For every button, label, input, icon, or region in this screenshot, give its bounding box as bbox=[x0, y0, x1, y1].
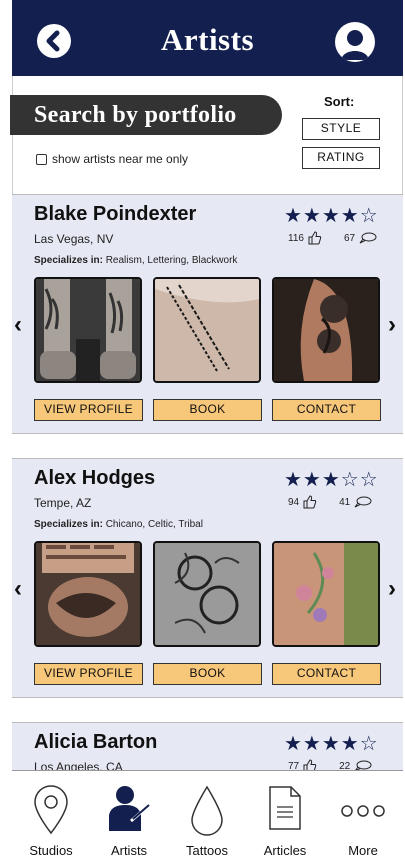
sort-style-button[interactable]: STYLE bbox=[302, 118, 380, 140]
artist-name[interactable]: Blake Poindexter bbox=[34, 203, 196, 226]
comment-icon[interactable] bbox=[354, 496, 372, 508]
portfolio-image[interactable] bbox=[34, 277, 142, 383]
artist-name[interactable]: Alex Hodges bbox=[34, 467, 155, 490]
artist-stats: 116 67 bbox=[288, 231, 377, 245]
bottom-navigation: Studios Artists Tattoos Articles More bbox=[12, 770, 403, 865]
artist-icon bbox=[109, 786, 150, 831]
nav-articles[interactable]: Articles bbox=[246, 771, 324, 865]
artist-name[interactable]: Alicia Barton bbox=[34, 731, 157, 754]
specializes-label: Specializes in: bbox=[34, 519, 103, 530]
document-icon bbox=[269, 786, 301, 830]
nav-tattoos[interactable]: Tattoos bbox=[168, 771, 246, 865]
portfolio-image[interactable] bbox=[153, 541, 261, 647]
carousel-next-arrow[interactable]: › bbox=[388, 311, 396, 339]
book-button[interactable]: BOOK bbox=[153, 663, 262, 685]
artist-location: Las Vegas, NV bbox=[34, 232, 114, 246]
portfolio-image[interactable] bbox=[272, 541, 380, 647]
artist-card: Blake Poindexter Las Vegas, NV Specializ… bbox=[12, 194, 403, 434]
artist-specialties: Specializes in: Realism, Lettering, Blac… bbox=[34, 255, 237, 266]
carousel-prev-arrow[interactable]: ‹ bbox=[14, 311, 22, 339]
ink-drop-icon bbox=[191, 785, 223, 836]
app-header: Artists bbox=[12, 0, 403, 76]
nav-studios[interactable]: Studios bbox=[12, 771, 90, 865]
near-me-checkbox[interactable]: show artists near me only bbox=[36, 152, 188, 166]
more-dots-icon bbox=[341, 805, 385, 817]
nav-label: More bbox=[348, 843, 378, 858]
portfolio-image[interactable] bbox=[153, 277, 261, 383]
profile-avatar-button[interactable] bbox=[335, 22, 375, 62]
nav-artists[interactable]: Artists bbox=[90, 771, 168, 865]
nav-label: Tattoos bbox=[186, 843, 228, 858]
near-me-label: show artists near me only bbox=[52, 152, 189, 166]
comment-icon[interactable] bbox=[359, 232, 377, 244]
specialties-text: Chicano, Celtic, Tribal bbox=[105, 519, 203, 530]
contact-button[interactable]: CONTACT bbox=[272, 399, 381, 421]
star-rating: ★★★☆☆ bbox=[284, 469, 379, 491]
specialties-text: Realism, Lettering, Blackwork bbox=[105, 255, 238, 266]
comments-count: 67 bbox=[343, 232, 356, 244]
artist-card: Alex Hodges Tempe, AZ Specializes in: Ch… bbox=[12, 458, 403, 698]
user-icon bbox=[341, 30, 369, 60]
carousel-prev-arrow[interactable]: ‹ bbox=[14, 575, 22, 603]
comments-count: 41 bbox=[339, 496, 351, 508]
map-pin-icon bbox=[34, 785, 68, 835]
specializes-label: Specializes in: bbox=[34, 255, 103, 266]
artist-specialties: Specializes in: Chicano, Celtic, Tribal bbox=[34, 519, 203, 530]
carousel-next-arrow[interactable]: › bbox=[388, 575, 396, 603]
checkbox-box[interactable] bbox=[36, 153, 47, 165]
contact-button[interactable]: CONTACT bbox=[272, 663, 381, 685]
artist-location: Tempe, AZ bbox=[34, 496, 92, 510]
likes-count: 94 bbox=[288, 496, 300, 508]
nav-label: Artists bbox=[110, 843, 148, 858]
likes-count: 116 bbox=[288, 232, 304, 244]
sort-rating-button[interactable]: RATING bbox=[302, 147, 380, 169]
view-profile-button[interactable]: VIEW PROFILE bbox=[34, 663, 143, 685]
book-button[interactable]: BOOK bbox=[153, 399, 262, 421]
nav-more[interactable]: More bbox=[324, 771, 402, 865]
view-profile-button[interactable]: VIEW PROFILE bbox=[34, 399, 143, 421]
artist-stats: 94 41 bbox=[288, 495, 372, 509]
star-rating: ★★★★☆ bbox=[284, 733, 379, 755]
nav-label: Studios bbox=[29, 843, 73, 858]
thumbs-up-icon[interactable] bbox=[308, 231, 322, 245]
portfolio-image[interactable] bbox=[34, 541, 142, 647]
search-by-portfolio-button[interactable]: Search by portfolio bbox=[10, 95, 282, 135]
nav-label: Articles bbox=[263, 843, 307, 858]
star-rating: ★★★★☆ bbox=[284, 205, 379, 227]
portfolio-image[interactable] bbox=[272, 277, 380, 383]
thumbs-up-icon[interactable] bbox=[303, 495, 317, 509]
sort-label: Sort: bbox=[324, 94, 355, 109]
